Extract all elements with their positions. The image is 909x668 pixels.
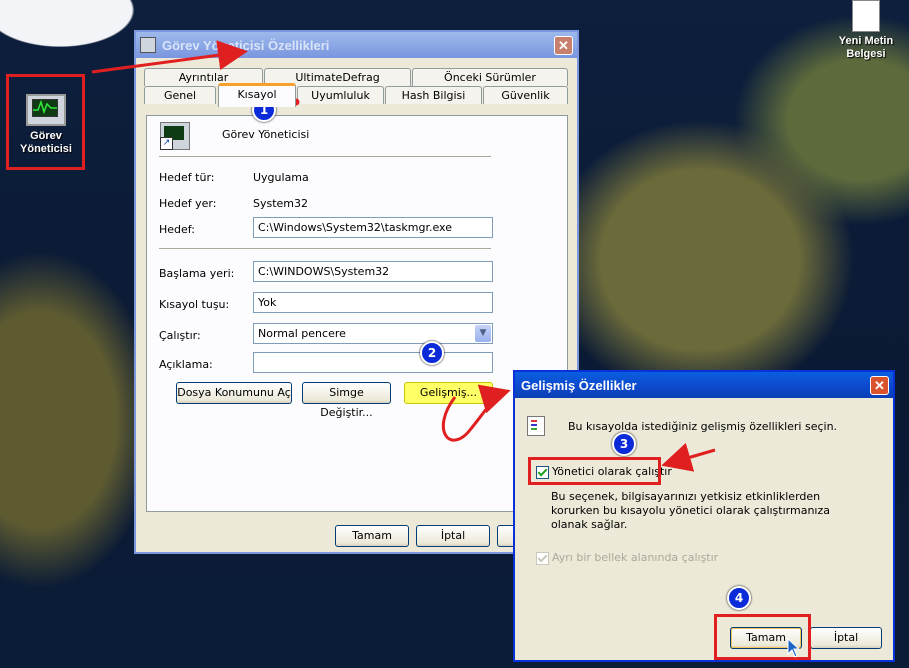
tab-compatibility[interactable]: Uyumluluk [297,86,384,104]
ok-button[interactable]: Tamam [335,525,409,547]
change-icon-button[interactable]: Simge Değiştir... [302,382,391,419]
advanced-titlebar[interactable]: Gelişmiş Özellikler ✕ [515,372,893,398]
open-location-button[interactable]: Dosya Konumunu Aç [176,382,292,404]
comment-label: Açıklama: [159,358,213,371]
desktop-icon-text-document[interactable]: Yeni Metin Belgesi [830,0,902,64]
window-app-icon [140,37,156,53]
separate-memory-checkbox: Ayrı bir bellek alanında çalıştır [536,551,718,565]
target-label: Hedef: [159,223,195,236]
close-icon[interactable]: ✕ [870,375,889,395]
divider [159,156,491,158]
explanation-text: Bu seçenek, bilgisayarınızı yetkisiz etk… [551,490,830,531]
run-select-value: Normal pencere [258,327,346,340]
run-select[interactable]: Normal pencere ▼ [253,323,493,344]
separate-memory-label: Ayrı bir bellek alanında çalıştır [552,551,719,564]
target-type-label: Hedef tür: [159,171,215,184]
target-location-value: System32 [253,197,309,210]
start-in-field[interactable]: C:\WINDOWS\System32 [253,261,493,282]
intro-text: Bu kısayolda istediğiniz gelişmiş özelli… [568,420,838,433]
shortcut-arrow-icon: ↗ [160,137,173,150]
advanced-button[interactable]: Gelişmiş... [404,382,493,404]
run-label: Çalıştır: [159,329,201,342]
app-name-label: Görev Yöneticisi [222,128,310,141]
shortcut-app-icon: ↗ [160,122,190,150]
tab-general[interactable]: Genel [144,86,216,104]
dialog-title: Gelişmiş Özellikler [521,377,637,393]
checkbox-disabled-icon [536,551,549,565]
text-document-icon [852,0,880,32]
tab-shortcut[interactable]: Kısayol [218,83,296,107]
tab-security[interactable]: Güvenlik [483,86,568,104]
advanced-settings-icon [527,416,545,436]
shortcut-key-field[interactable]: Yok [253,292,493,313]
window-title: Görev Yöneticisi Özellikleri [162,37,330,53]
divider [159,248,491,250]
highlight-run-as-admin [528,457,661,485]
comment-field[interactable] [253,352,493,373]
tab-previous-versions[interactable]: Önceki Sürümler [412,68,568,86]
desktop-icon-label: Yeni Metin Belgesi [838,35,894,60]
start-in-label: Başlama yeri: [159,267,235,280]
advanced-cancel-button[interactable]: İptal [810,627,882,649]
close-icon[interactable]: ✕ [554,35,573,55]
shortcut-panel: ↗ Görev Yöneticisi Hedef tür: Uygulama H… [146,115,568,512]
mouse-cursor-icon [787,638,801,658]
step-badge-2: 2 [420,341,444,365]
target-location-label: Hedef yer: [159,197,217,210]
properties-titlebar[interactable]: Görev Yöneticisi Özellikleri ✕ [136,32,577,58]
target-type-value: Uygulama [253,171,309,184]
target-field[interactable]: C:\Windows\System32\taskmgr.exe [253,217,493,238]
cancel-button[interactable]: İptal [416,525,490,547]
tab-hash-info[interactable]: Hash Bilgisi [385,86,482,104]
highlight-desktop-icon [6,74,85,170]
step-badge-4: 4 [727,586,751,610]
step-badge-3: 3 [612,432,636,456]
shortcut-key-label: Kısayol tuşu: [159,298,230,311]
chevron-down-icon[interactable]: ▼ [475,325,491,342]
advanced-properties-dialog: Gelişmiş Özellikler ✕ Bu kısayolda isted… [513,370,895,662]
